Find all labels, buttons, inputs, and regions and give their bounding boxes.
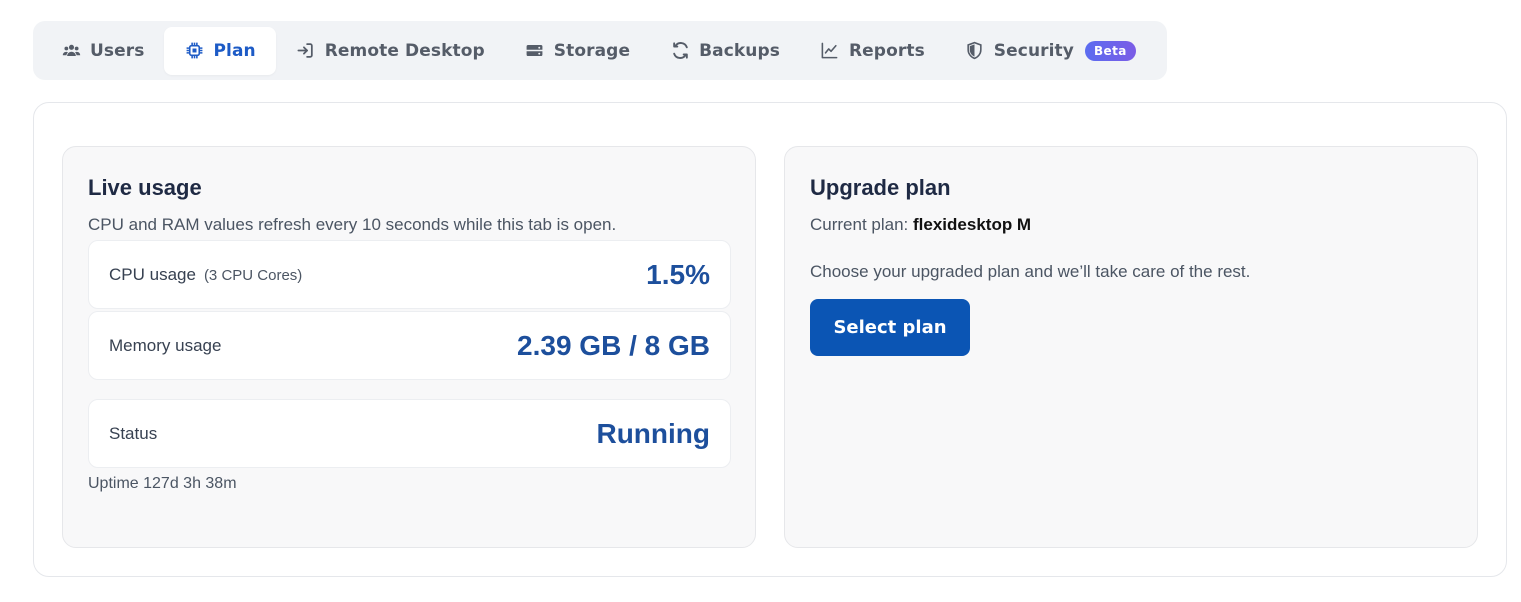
chart-line-icon — [820, 41, 840, 61]
select-plan-button[interactable]: Select plan — [810, 299, 970, 356]
sign-in-icon — [296, 41, 316, 61]
refresh-icon — [670, 41, 690, 61]
tab-remote-desktop[interactable]: Remote Desktop — [276, 27, 505, 75]
shield-icon — [965, 41, 985, 61]
live-usage-title: Live usage — [88, 175, 202, 200]
live-usage-card: Live usage CPU and RAM values refresh ev… — [62, 146, 756, 548]
tab-label: Remote Desktop — [324, 40, 485, 61]
users-icon — [61, 41, 81, 61]
tab-label: Security — [993, 40, 1074, 61]
tab-plan[interactable]: Plan — [164, 26, 276, 75]
tab-label: Users — [90, 40, 145, 61]
tab-label: Plan — [213, 40, 256, 61]
tab-security[interactable]: Security Beta — [945, 27, 1156, 75]
current-plan-line: Current plan: flexidesktop M — [810, 215, 1031, 235]
tab-label: Reports — [848, 40, 925, 61]
tab-reports[interactable]: Reports — [800, 27, 945, 75]
uptime-text: Uptime 127d 3h 38m — [88, 475, 237, 492]
chip-icon — [184, 41, 204, 61]
status-value: Running — [596, 417, 710, 449]
current-plan-name: flexidesktop M — [913, 215, 1032, 234]
upgrade-description: Choose your upgraded plan and we’ll take… — [810, 262, 1251, 281]
upgrade-plan-card: Upgrade plan Current plan: flexidesktop … — [784, 146, 1478, 548]
tab-bar: Users Plan Remote Desktop Storage Backup… — [33, 21, 1167, 80]
status-label: Status — [109, 423, 158, 443]
cpu-usage-label: CPU usage — [109, 264, 196, 284]
plan-panel: Live usage CPU and RAM values refresh ev… — [33, 102, 1507, 577]
tab-label: Backups — [699, 40, 780, 61]
tab-label: Storage — [553, 40, 631, 61]
cpu-cores-label: (3 CPU Cores) — [203, 266, 303, 284]
memory-usage-row: Memory usage 2.39 GB / 8 GB — [88, 311, 731, 380]
cpu-usage-row: CPU usage (3 CPU Cores) 1.5% — [88, 240, 731, 309]
live-usage-description: CPU and RAM values refresh every 10 seco… — [88, 215, 617, 234]
upgrade-plan-title: Upgrade plan — [810, 175, 951, 200]
cpu-usage-label-group: CPU usage (3 CPU Cores) — [109, 265, 302, 285]
tab-users[interactable]: Users — [41, 27, 164, 75]
current-plan-prefix: Current plan: — [810, 215, 909, 234]
tab-backups[interactable]: Backups — [650, 27, 800, 75]
hard-drive-icon — [525, 41, 545, 61]
cpu-usage-value: 1.5% — [646, 258, 710, 290]
memory-usage-value: 2.39 GB / 8 GB — [517, 329, 710, 361]
status-row: Status Running — [88, 399, 731, 468]
beta-badge: Beta — [1084, 40, 1136, 61]
tab-storage[interactable]: Storage — [505, 27, 650, 75]
memory-usage-label: Memory usage — [109, 335, 222, 355]
